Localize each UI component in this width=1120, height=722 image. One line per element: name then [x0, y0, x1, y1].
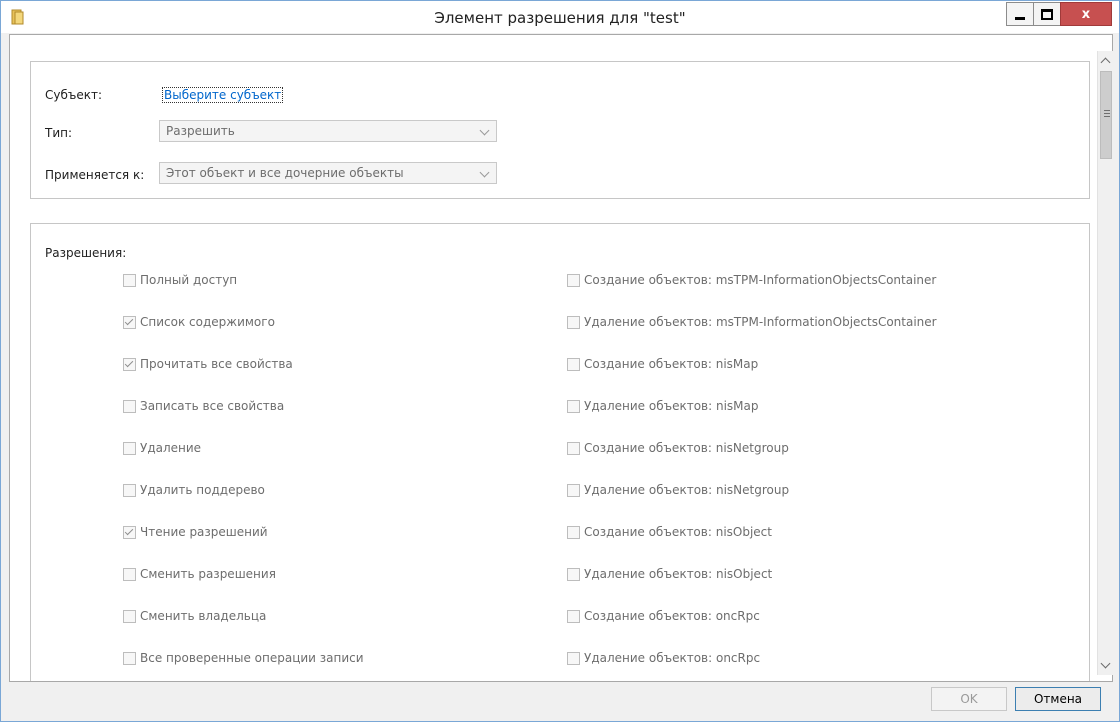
grip-line [1104, 116, 1110, 117]
permission-label: Прочитать все свойства [140, 357, 293, 371]
permission-label: Создание объектов: msTPM-InformationObje… [584, 273, 937, 287]
minimize-icon [1015, 16, 1025, 20]
permission-checkbox[interactable] [567, 525, 580, 539]
permission-checkbox[interactable] [567, 357, 580, 371]
permission-label: Удаление объектов: oncRpc [584, 651, 761, 665]
permission-row[interactable]: Чтение разрешений [123, 524, 268, 540]
maximize-icon [1041, 8, 1053, 20]
permission-label: Создание объектов: nisObject [584, 525, 772, 539]
subject-label: Субъект: [45, 88, 103, 102]
scroll-thumb[interactable] [1100, 71, 1112, 159]
permission-label: Создание объектов: nisNetgroup [584, 441, 789, 455]
minimize-button[interactable] [1006, 2, 1034, 26]
permission-label: Удаление объектов: nisNetgroup [584, 483, 790, 497]
permission-checkbox[interactable] [123, 357, 136, 371]
permission-row[interactable]: Записать все свойства [123, 398, 284, 414]
permission-row[interactable]: Создание объектов: nisMap [567, 356, 758, 372]
grip-line [1104, 110, 1110, 111]
permission-entry-dialog: Элемент разрешения для "test" x Субъект:… [0, 0, 1120, 722]
permission-row[interactable]: Создание объектов: nisObject [567, 524, 772, 540]
chevron-down-icon [479, 125, 490, 136]
grip-line [1104, 113, 1110, 114]
permission-checkbox[interactable] [567, 651, 580, 665]
permission-row[interactable]: Создание объектов: oncRpc [567, 608, 760, 624]
ok-button[interactable]: OK [931, 687, 1007, 711]
permission-checkbox[interactable] [567, 399, 580, 413]
permission-row[interactable]: Все проверенные операции записи [123, 650, 364, 666]
maximize-button[interactable] [1033, 2, 1061, 26]
chevron-down-icon [479, 167, 490, 178]
scroll-up-icon[interactable] [1100, 57, 1111, 68]
type-select-value: Разрешить [166, 124, 235, 138]
scroll-down-icon[interactable] [1100, 658, 1111, 669]
permission-row[interactable]: Полный доступ [123, 272, 237, 288]
principal-panel: Субъект: Выберите субъект Тип: Разрешить… [30, 61, 1090, 199]
permission-checkbox[interactable] [123, 609, 136, 623]
permissions-panel: Разрешения: Полный доступ Список содержим… [30, 223, 1090, 681]
dialog-content: Субъект: Выберите субъект Тип: Разрешить… [9, 34, 1113, 682]
permission-label: Удаление объектов: nisMap [584, 399, 759, 413]
permission-row[interactable]: Удаление объектов: msTPM-InformationObje… [567, 314, 937, 330]
permission-label: Удаление [140, 441, 202, 455]
permission-checkbox[interactable] [567, 441, 580, 455]
type-select[interactable]: Разрешить [159, 120, 497, 142]
permission-checkbox[interactable] [567, 483, 580, 497]
permission-checkbox[interactable] [567, 609, 580, 623]
type-label: Тип: [45, 126, 73, 140]
permission-label: Список содержимого [140, 315, 275, 329]
permission-label: Сменить владельца [140, 609, 267, 623]
permission-label: Полный доступ [140, 273, 238, 287]
permission-row[interactable]: Удаление объектов: nisObject [567, 566, 772, 582]
permission-label: Записать все свойства [140, 399, 285, 413]
cancel-button[interactable]: Отмена [1015, 687, 1101, 711]
vertical-scrollbar[interactable] [1097, 51, 1115, 675]
permission-checkbox[interactable] [123, 483, 136, 497]
permission-row[interactable]: Удаление объектов: oncRpc [567, 650, 760, 666]
permission-checkbox[interactable] [567, 567, 580, 581]
permission-checkbox[interactable] [123, 273, 136, 287]
permission-row[interactable]: Создание объектов: nisNetgroup [567, 440, 789, 456]
close-button[interactable]: x [1060, 2, 1112, 26]
permission-row[interactable]: Сменить владельца [123, 608, 266, 624]
permission-checkbox[interactable] [123, 441, 136, 455]
permission-label: Удаление объектов: msTPM-InformationObje… [584, 315, 937, 329]
close-icon: x [1081, 6, 1091, 22]
permissions-title: Разрешения: [45, 246, 127, 260]
permission-label: Удалить поддерево [140, 483, 265, 497]
permission-checkbox[interactable] [123, 525, 136, 539]
permission-checkbox[interactable] [567, 315, 580, 329]
applies-to-select[interactable]: Этот объект и все дочерние объекты [159, 162, 497, 184]
applies-to-label: Применяется к: [45, 168, 145, 182]
permission-label: Чтение разрешений [140, 525, 268, 539]
permission-row[interactable]: Удалить поддерево [123, 482, 265, 498]
permission-row[interactable]: Удаление объектов: nisMap [567, 398, 759, 414]
permission-checkbox[interactable] [123, 399, 136, 413]
permission-row[interactable]: Удаление [123, 440, 201, 456]
permission-row[interactable]: Прочитать все свойства [123, 356, 293, 372]
permission-checkbox[interactable] [123, 651, 136, 665]
permission-label: Удаление объектов: nisObject [584, 567, 773, 581]
title-bar[interactable]: Элемент разрешения для "test" x [1, 1, 1119, 33]
permission-checkbox[interactable] [567, 273, 580, 287]
permission-label: Создание объектов: oncRpc [584, 609, 760, 623]
permission-row[interactable]: Удаление объектов: nisNetgroup [567, 482, 789, 498]
permission-checkbox[interactable] [123, 315, 136, 329]
window-title: Элемент разрешения для "test" [434, 9, 686, 27]
permission-row[interactable]: Список содержимого [123, 314, 275, 330]
permission-label: Все проверенные операции записи [140, 651, 364, 665]
permission-label: Создание объектов: nisMap [584, 357, 759, 371]
permission-row[interactable]: Сменить разрешения [123, 566, 276, 582]
permission-checkbox[interactable] [123, 567, 136, 581]
select-principal-link[interactable]: Выберите субъект [161, 87, 284, 103]
permission-label: Сменить разрешения [140, 567, 276, 581]
permission-row[interactable]: Создание объектов: msTPM-InformationObje… [567, 272, 936, 288]
applies-to-select-value: Этот объект и все дочерние объекты [166, 166, 404, 180]
